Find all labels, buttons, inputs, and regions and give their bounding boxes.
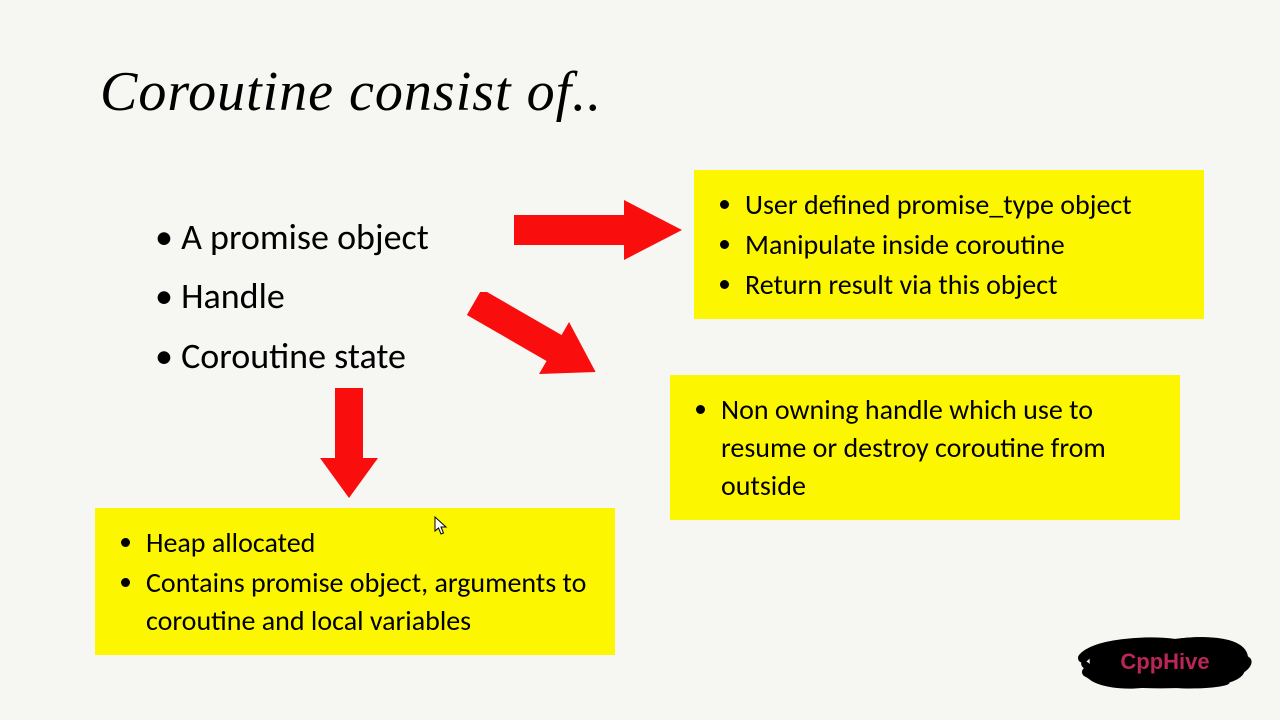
- list-item: A promise object: [155, 208, 429, 267]
- list-item-label: Coroutine state: [181, 334, 406, 378]
- main-list: A promise object Handle Coroutine state: [155, 208, 429, 386]
- callout-bullet: User defined promise_type object: [745, 185, 1179, 225]
- slide: Coroutine consist of.. A promise object …: [0, 0, 1280, 720]
- callout-bullet: Return result via this object: [745, 265, 1179, 305]
- slide-title: Coroutine consist of..: [100, 60, 602, 124]
- brand-logo: CppHive: [1075, 634, 1255, 690]
- list-item-label: Handle: [181, 274, 285, 318]
- list-item: Coroutine state: [155, 327, 429, 386]
- callout-handle: Non owning handle which use to resume or…: [670, 375, 1180, 520]
- arrow-diagonal-icon: [465, 292, 605, 382]
- callout-state: Heap allocated Contains promise object, …: [95, 508, 615, 655]
- callout-bullet: Heap allocated: [146, 523, 590, 563]
- brand-text: CppHive: [1075, 634, 1255, 690]
- callout-bullet: Manipulate inside coroutine: [745, 225, 1179, 265]
- arrow-down-icon: [320, 388, 378, 498]
- list-item: Handle: [155, 267, 429, 326]
- arrow-right-icon: [514, 200, 682, 260]
- callout-promise: User defined promise_type object Manipul…: [694, 170, 1204, 319]
- callout-bullet: Non owning handle which use to resume or…: [721, 390, 1155, 505]
- list-item-label: A promise object: [181, 215, 429, 259]
- callout-bullet: Contains promise object, arguments to co…: [146, 563, 590, 641]
